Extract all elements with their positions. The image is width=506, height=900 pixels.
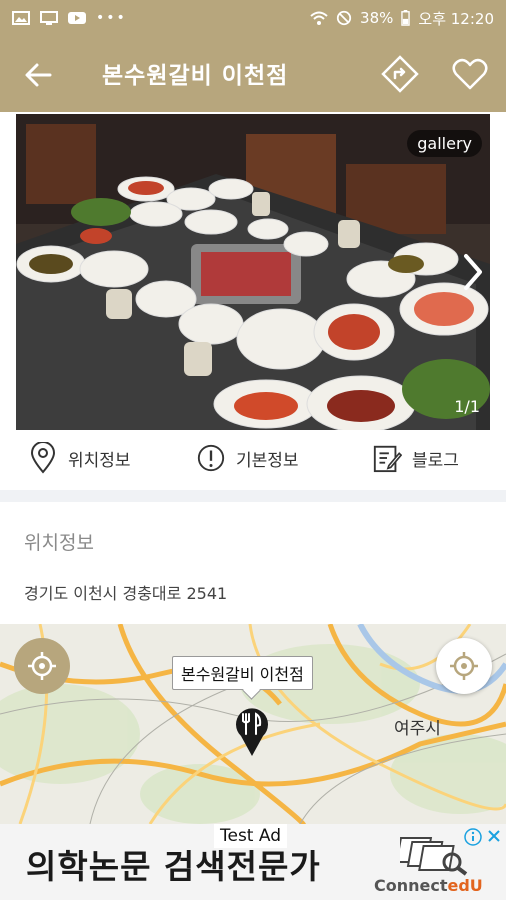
tab-label: 위치정보 (68, 450, 131, 471)
location-section-title: 위치정보 (24, 532, 94, 554)
crosshair-icon (450, 652, 478, 680)
restaurant-pin-icon[interactable] (232, 706, 272, 758)
map-city-label: 여주시 (394, 719, 441, 739)
ad-close-icon[interactable] (486, 828, 502, 844)
app-bar: 본수원갈비 이천점 (0, 36, 506, 112)
info-icon (197, 444, 225, 472)
my-location-button[interactable] (14, 638, 70, 694)
youtube-icon (68, 12, 86, 24)
dnd-icon (336, 10, 352, 26)
back-arrow-icon[interactable] (22, 58, 56, 92)
directions-icon[interactable] (380, 54, 420, 94)
wifi-icon (310, 11, 328, 25)
tab-blog[interactable]: 블로그 (372, 442, 459, 474)
ad-banner[interactable]: 의학논문 검색전문가 Test Ad ConnectedU (0, 824, 506, 900)
test-ad-label: Test Ad (214, 824, 288, 848)
ad-brand: ConnectedU (374, 876, 483, 895)
tab-label: 블로그 (412, 450, 459, 471)
heart-icon[interactable] (450, 54, 490, 94)
status-bar: ••• 38% 오후 12:20 (0, 0, 506, 36)
gallery-label[interactable]: gallery (407, 130, 482, 157)
battery-percent: 38% (360, 9, 394, 27)
ad-brand-prefix: Connect (374, 876, 448, 895)
location-pin-icon (30, 442, 56, 474)
page-title: 본수원갈비 이천점 (102, 63, 289, 89)
map-callout[interactable]: 본수원갈비 이천점 (172, 656, 313, 690)
battery-icon (401, 10, 411, 26)
gallery-icon (12, 11, 30, 25)
info-tabs: 위치정보 기본정보 블로그 (0, 432, 506, 488)
blog-edit-icon (373, 445, 402, 473)
center-location-button[interactable] (436, 638, 492, 694)
status-time: 오후 12:20 (418, 9, 494, 28)
chevron-right-icon[interactable] (460, 252, 486, 292)
tab-location[interactable]: 위치정보 (28, 442, 131, 474)
more-icon: ••• (96, 10, 127, 26)
gallery-counter: 1/1 (454, 397, 480, 416)
crosshair-icon (28, 652, 56, 680)
ad-brand-suffix: edU (447, 876, 483, 895)
tab-basic-info[interactable]: 기본정보 (196, 442, 299, 474)
document-search-icon (400, 837, 468, 876)
map-view[interactable]: 본수원갈비 이천점 여주시 (0, 624, 506, 824)
food-photo (16, 114, 490, 430)
tab-label: 기본정보 (236, 450, 299, 471)
address-text: 경기도 이천시 경충대로 2541 (24, 584, 228, 603)
section-divider (0, 490, 506, 502)
photo-gallery[interactable]: gallery 1/1 (16, 114, 490, 430)
ad-info-icon[interactable] (464, 828, 482, 846)
cast-icon (40, 11, 58, 25)
